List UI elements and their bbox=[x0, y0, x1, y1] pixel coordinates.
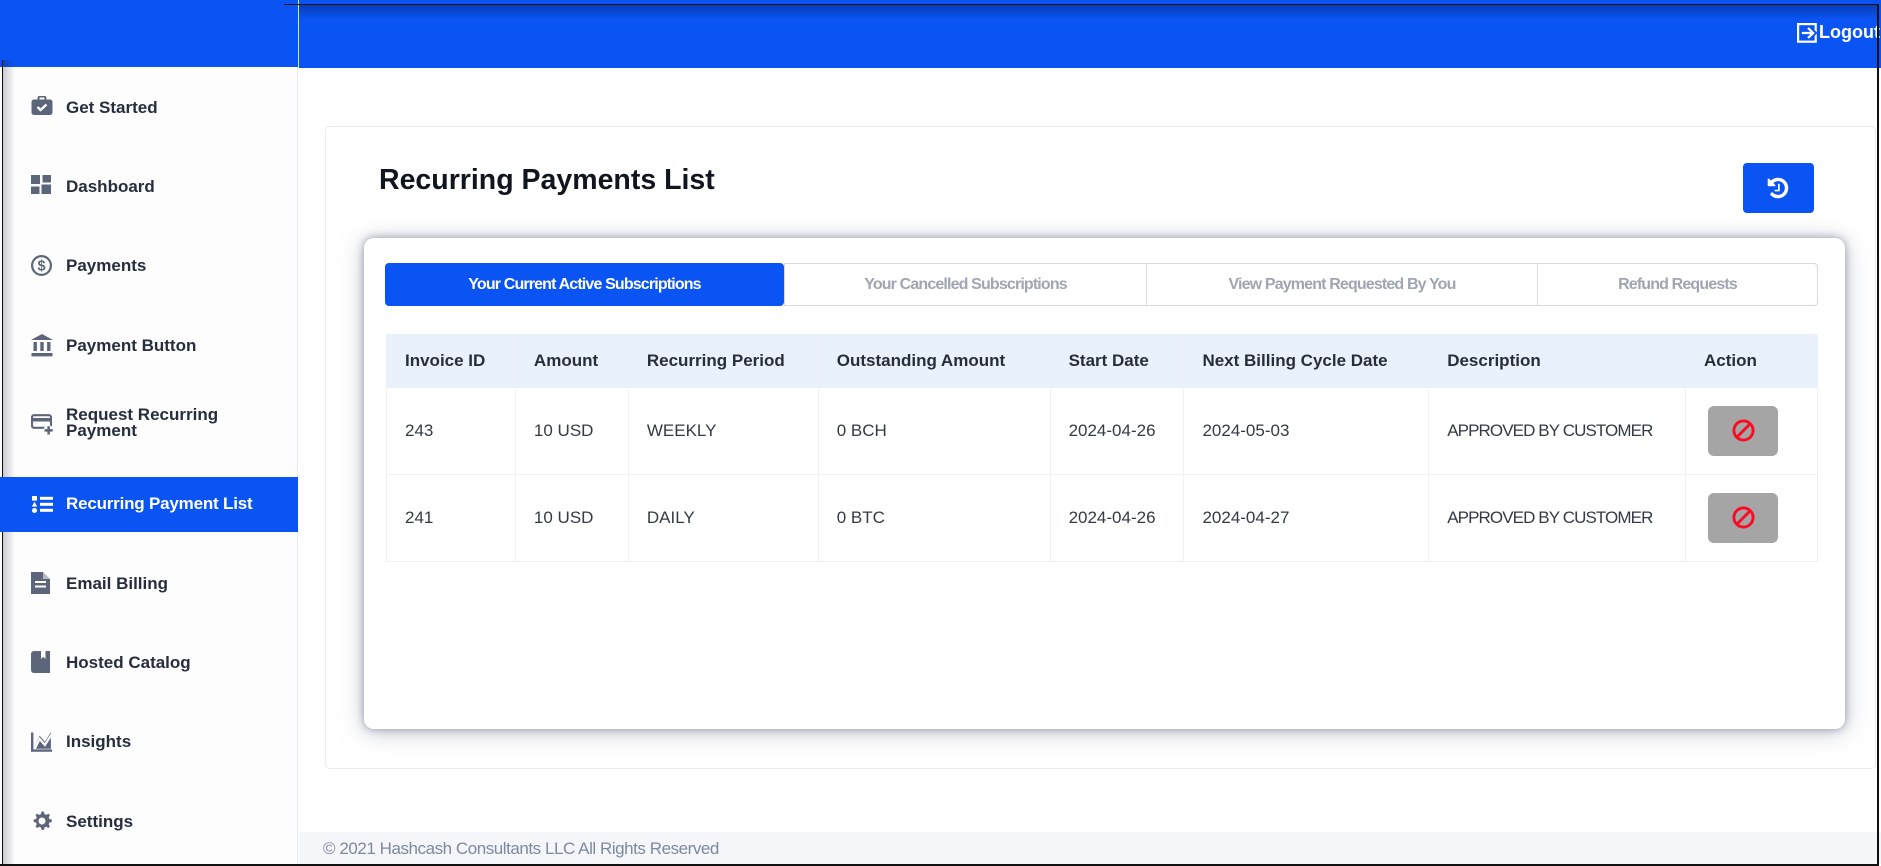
svg-text:$: $ bbox=[37, 258, 45, 274]
